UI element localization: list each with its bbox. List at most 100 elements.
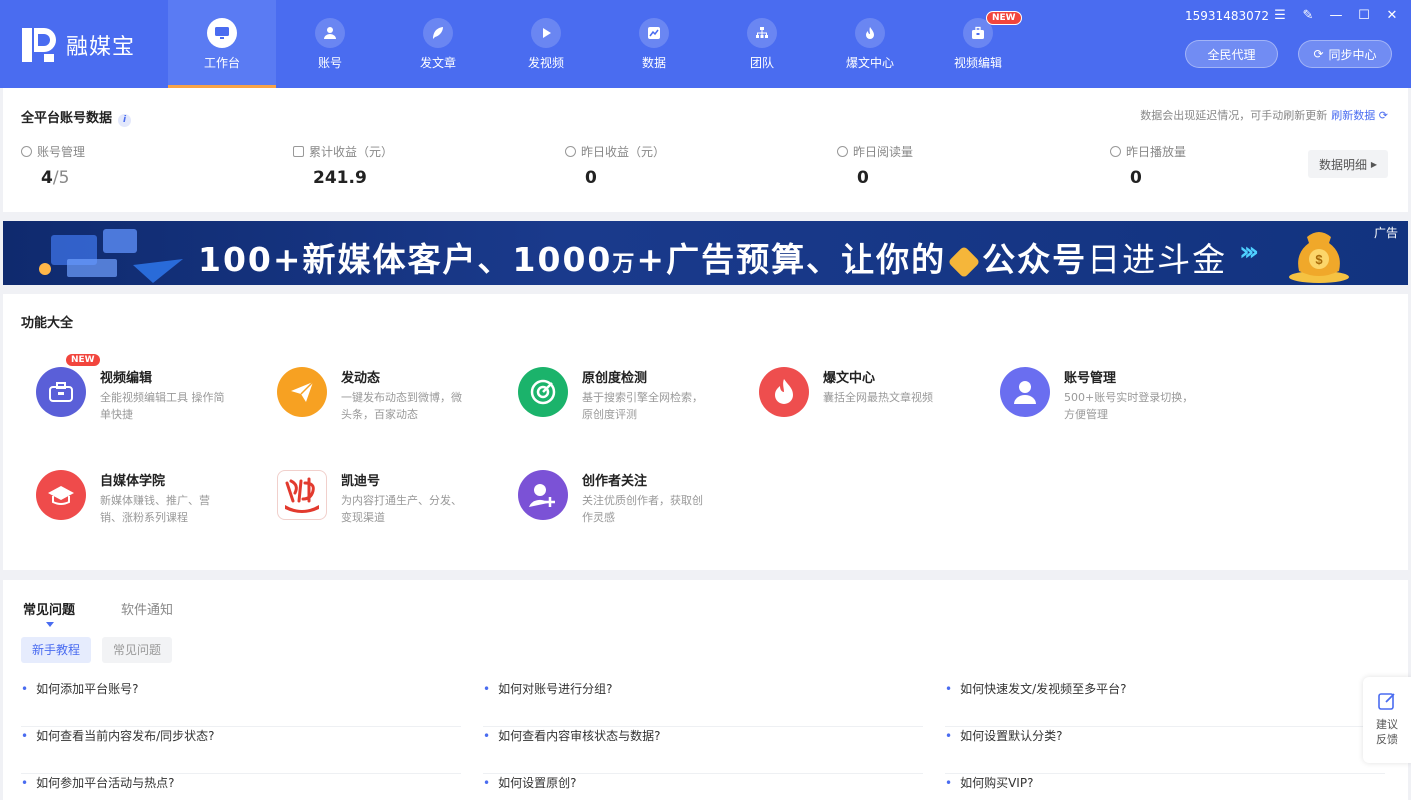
nav-label: 发视频	[527, 55, 564, 70]
feature-creator-follow[interactable]: 创作者关注 关注优质创作者，获取创作灵感	[518, 470, 748, 540]
feedback-button[interactable]: 建议反馈	[1363, 677, 1411, 763]
faq-question[interactable]: 如何快速发文/发视频至多平台?	[945, 680, 1385, 727]
banner-text-part: +新媒体客户、	[272, 240, 513, 279]
banner-text-part: 100	[198, 240, 273, 279]
feature-desc: 关注优质创作者，获取创作灵感	[582, 494, 703, 524]
stat-label-text: 昨日收益（元）	[581, 145, 666, 159]
fire-icon	[759, 367, 809, 417]
feedback-edit-icon	[1378, 693, 1395, 710]
caret-right-icon: ▶	[1370, 159, 1377, 169]
feature-title: 原创度检测	[582, 371, 648, 386]
info-icon[interactable]: i	[118, 114, 132, 127]
faq-question[interactable]: 如何查看当前内容发布/同步状态?	[21, 727, 461, 774]
nav-item-data[interactable]: 数据	[600, 0, 708, 88]
ad-banner[interactable]: 100+新媒体客户、1000万+广告预算、让你的 公众号日进斗金 ››› $ 广告	[3, 221, 1408, 285]
chip-common-questions[interactable]: 常见问题	[102, 637, 173, 663]
tab-faq[interactable]: 常见问题	[23, 599, 75, 618]
faq-question[interactable]: 如何添加平台账号?	[21, 680, 461, 727]
nav-item-article[interactable]: 发文章	[384, 0, 492, 88]
nav-item-video-edit[interactable]: 视频编辑 NEW	[924, 0, 1032, 88]
stat-total-income: 累计收益（元） 241.9	[293, 143, 393, 188]
nav-label: 账号	[317, 55, 342, 70]
stat-label-text: 昨日播放量	[1126, 145, 1187, 159]
svg-text:$: $	[1315, 252, 1323, 267]
stat-label: 昨日收益（元）	[565, 143, 665, 160]
agent-button[interactable]: 全民代理	[1185, 40, 1278, 68]
nav-label: 团队	[749, 55, 774, 70]
chip-beginner-tutorial[interactable]: 新手教程	[21, 637, 92, 663]
monitor-icon	[207, 17, 237, 48]
kaidi-logo-icon	[277, 470, 327, 520]
sync-button-label: 同步中心	[1328, 47, 1377, 62]
faq-question[interactable]: 如何参加平台活动与热点?	[21, 774, 461, 800]
play-icon	[531, 17, 561, 48]
user-phone[interactable]: 15931483072	[1185, 9, 1269, 23]
banner-text-part: 公众号	[982, 240, 1088, 279]
tab-notices[interactable]: 软件通知	[121, 599, 173, 618]
chevrons-icon: ›››	[1239, 237, 1259, 267]
feature-title: 视频编辑	[100, 371, 153, 386]
data-detail-button[interactable]: 数据明细 ▶	[1308, 150, 1388, 178]
refresh-link-text: 刷新数据	[1331, 109, 1376, 122]
feature-post-moment[interactable]: 发动态 一键发布动态到微博，微头条，百家动态	[277, 367, 507, 437]
nav-item-team[interactable]: 团队	[708, 0, 816, 88]
stat-value: 0	[857, 168, 869, 188]
feature-hot-articles[interactable]: 爆文中心 囊括全网最热文章视频	[759, 367, 989, 437]
feature-kaidi[interactable]: 凯迪号 为内容打通生产、分发、变现渠道	[277, 470, 507, 540]
stat-label-text: 账号管理	[37, 145, 86, 159]
feature-desc: 全能视频编辑工具 操作简单快捷	[100, 391, 225, 421]
user-icon	[1000, 367, 1050, 417]
nav-label: 爆文中心	[845, 55, 894, 70]
banner-text-part: 日进斗金	[1087, 240, 1228, 279]
feature-desc: 500+账号实时登录切换，方便管理	[1064, 391, 1194, 421]
faq-question[interactable]: 如何设置默认分类?	[945, 727, 1385, 774]
refresh-note: 数据会出现延迟情况，可手动刷新更新 刷新数据 ⟳	[1140, 107, 1388, 123]
app-logo[interactable]: 融媒宝	[20, 26, 135, 64]
nav-item-workbench[interactable]: 工作台	[168, 0, 276, 88]
faq-question[interactable]: 如何查看内容审核状态与数据?	[483, 727, 923, 774]
chart-icon	[639, 17, 669, 48]
logo-text: 融媒宝	[66, 35, 136, 60]
feature-desc: 一键发布动态到微博，微头条，百家动态	[341, 391, 462, 421]
feature-media-academy[interactable]: 自媒体学院 新媒体赚钱、推广、营销、涨粉系列课程	[36, 470, 266, 540]
maximize-icon[interactable]: ☐	[1357, 8, 1371, 23]
faq-question[interactable]: 如何购买VIP?	[945, 774, 1385, 800]
nav-item-video[interactable]: 发视频	[492, 0, 600, 88]
stat-label: 账号管理	[21, 143, 85, 160]
banner-text-part: +广告预算、让你的	[636, 240, 947, 279]
nav-item-hot-articles[interactable]: 爆文中心	[816, 0, 924, 88]
faq-question[interactable]: 如何对账号进行分组?	[483, 680, 923, 727]
banner-headline: 100+新媒体客户、1000万+广告预算、让你的 公众号日进斗金	[198, 233, 1227, 281]
feather-icon	[423, 17, 453, 48]
stat-value[interactable]: 4/5	[21, 168, 85, 188]
graduation-cap-icon	[36, 470, 86, 520]
toolbox-icon	[36, 367, 86, 417]
nav-item-account[interactable]: 账号	[276, 0, 384, 88]
minimize-icon[interactable]: —	[1329, 8, 1343, 23]
radar-icon	[518, 367, 568, 417]
nav-label: 发文章	[419, 55, 456, 70]
refresh-data-link[interactable]: 刷新数据 ⟳	[1331, 109, 1388, 122]
feature-originality-check[interactable]: 原创度检测 基于搜索引擎全网检索，原创度评测	[518, 367, 748, 437]
edit-icon[interactable]: ✎	[1301, 8, 1315, 23]
stat-value-num: 4	[41, 168, 53, 188]
fire-icon	[855, 17, 885, 48]
wallet-icon	[293, 146, 304, 157]
close-icon[interactable]: ✕	[1385, 8, 1399, 23]
coin-icon	[565, 146, 576, 157]
feedback-label: 建议反馈	[1376, 718, 1398, 746]
stat-label: 累计收益（元）	[293, 143, 393, 160]
feature-account-manage[interactable]: 账号管理 500+账号实时登录切换，方便管理	[1000, 367, 1230, 437]
sync-center-button[interactable]: ⟳ 同步中心	[1298, 40, 1392, 68]
stat-yesterday-income: 昨日收益（元） 0	[565, 143, 665, 188]
detail-button-label: 数据明细	[1319, 157, 1368, 172]
play-circle-icon	[1110, 146, 1121, 157]
ad-tag: 广告	[1373, 226, 1398, 240]
faq-question[interactable]: 如何设置原创?	[483, 774, 923, 800]
stat-value: 0	[1130, 168, 1142, 188]
stats-title-text: 全平台账号数据	[21, 111, 113, 126]
features-title: 功能大全	[21, 316, 74, 331]
feature-video-edit[interactable]: NEW 视频编辑 全能视频编辑工具 操作简单快捷	[36, 354, 266, 437]
menu-icon[interactable]: ☰	[1273, 8, 1287, 23]
nav-label: 工作台	[203, 55, 240, 70]
